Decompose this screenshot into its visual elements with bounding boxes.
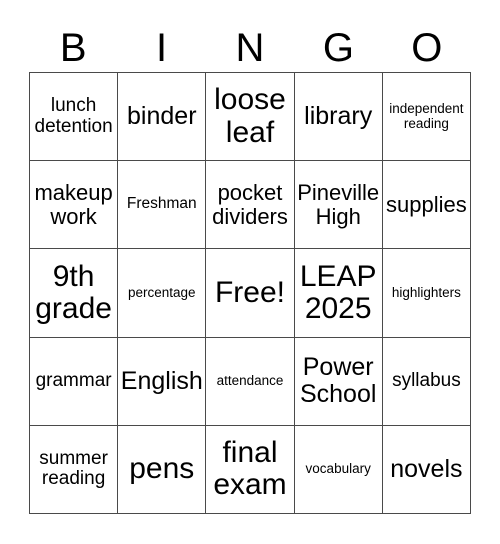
bingo-cell-r1-c4[interactable]: supplies <box>382 161 471 250</box>
bingo-cell-r3-c4[interactable]: syllabus <box>382 337 471 426</box>
free-space: Free! <box>214 275 285 309</box>
cell-text: Power School <box>299 353 377 409</box>
bingo-cell-r4-c3[interactable]: vocabulary <box>294 425 383 514</box>
header-letter-i: I <box>156 26 168 70</box>
bingo-cell-r2-c2[interactable]: Free! <box>206 249 295 338</box>
cell-text: Freshman <box>126 195 197 213</box>
cell-text: syllabus <box>392 369 461 391</box>
cell-text: independent reading <box>389 101 464 131</box>
bingo-cell-r3-c1[interactable]: English <box>118 337 207 426</box>
bingo-cell-r2-c4[interactable]: highlighters <box>382 249 471 338</box>
bingo-cell-r0-c0[interactable]: lunch detention <box>30 73 119 162</box>
bingo-cell-r3-c0[interactable]: grammar <box>30 337 119 426</box>
bingo-cell-r0-c2[interactable]: loose leaf <box>206 73 295 162</box>
bingo-cell-r4-c1[interactable]: pens <box>118 425 207 514</box>
cell-text: attendance <box>216 372 284 388</box>
header-letter-o: O <box>411 26 443 70</box>
bingo-cell-r0-c1[interactable]: binder <box>118 73 207 162</box>
cell-text: LEAP 2025 <box>299 259 377 325</box>
bingo-cell-r3-c2[interactable]: attendance <box>206 337 295 426</box>
cell-text: lunch detention <box>34 95 113 137</box>
cell-text: makeup work <box>34 180 113 229</box>
bingo-cell-r4-c2[interactable]: final exam <box>206 425 295 514</box>
bingo-cell-r2-c3[interactable]: LEAP 2025 <box>294 249 383 338</box>
header-letter-b: B <box>59 26 87 70</box>
cell-text: percentage <box>128 284 196 300</box>
cell-text: pens <box>129 452 195 486</box>
bingo-cell-r1-c3[interactable]: Pineville High <box>294 161 383 250</box>
cell-text: loose leaf <box>214 83 286 149</box>
cell-text: summer reading <box>39 447 108 490</box>
header-letter-g: G <box>322 26 354 70</box>
cell-text: 9th grade <box>35 259 112 325</box>
cell-text: pocket dividers <box>212 180 288 229</box>
bingo-cell-r4-c4[interactable]: novels <box>382 425 471 514</box>
cell-text: novels <box>390 454 463 483</box>
bingo-grid: lunch detention binder loose leaf librar… <box>29 72 471 514</box>
cell-text: final exam <box>213 436 287 502</box>
header-letter-n: N <box>235 26 265 70</box>
bingo-header: B I N G O <box>29 22 471 72</box>
bingo-cell-r1-c2[interactable]: pocket dividers <box>206 161 295 250</box>
bingo-cell-r4-c0[interactable]: summer reading <box>30 425 119 514</box>
cell-text: supplies <box>386 191 467 217</box>
bingo-cell-r0-c4[interactable]: independent reading <box>382 73 471 162</box>
bingo-cell-r2-c0[interactable]: 9th grade <box>30 249 119 338</box>
cell-text: Pineville High <box>297 180 380 229</box>
cell-text: vocabulary <box>305 461 371 477</box>
cell-text: library <box>304 102 373 131</box>
cell-text: grammar <box>35 369 112 391</box>
cell-text: English <box>120 366 203 395</box>
bingo-cell-r0-c3[interactable]: library <box>294 73 383 162</box>
cell-text: binder <box>127 102 197 131</box>
cell-text: highlighters <box>391 284 461 300</box>
bingo-cell-r2-c1[interactable]: percentage <box>118 249 207 338</box>
bingo-cell-r3-c3[interactable]: Power School <box>294 337 383 426</box>
bingo-cell-r1-c1[interactable]: Freshman <box>118 161 207 250</box>
bingo-cell-r1-c0[interactable]: makeup work <box>30 161 119 250</box>
